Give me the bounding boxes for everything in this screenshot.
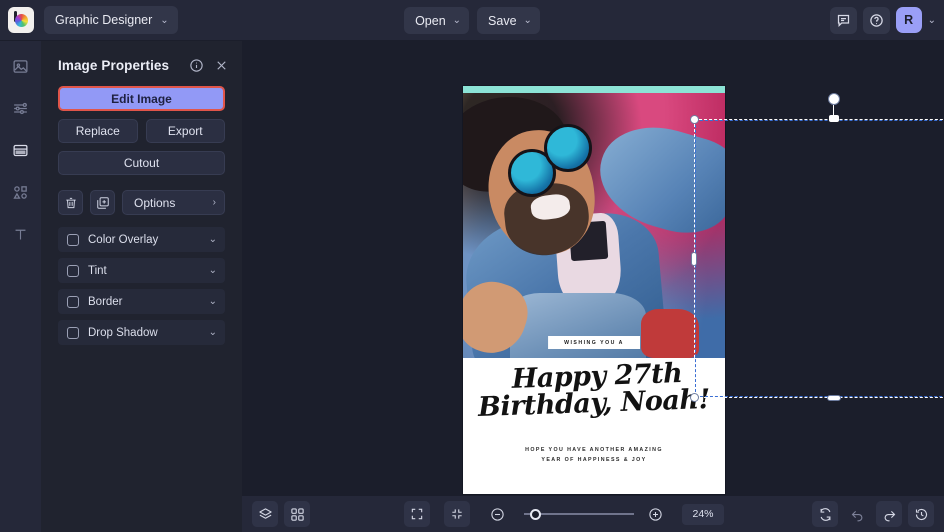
effect-label: Border [88,296,200,308]
info-circle-icon[interactable] [188,57,205,74]
resize-handle-bottom-center[interactable] [827,395,841,401]
panel-header: Image Properties [41,51,242,74]
redo-icon[interactable] [876,501,902,527]
bottom-bar: 24% [242,495,944,532]
rotate-handle-stem [833,103,834,120]
open-label: Open [415,14,446,28]
save-label: Save [488,14,517,28]
zoom-slider[interactable] [524,507,634,521]
replace-export-row: Replace Export [58,119,225,143]
headline-line-2: Birthday, Noah! [463,385,726,422]
duplicate-icon[interactable] [90,190,115,215]
undo-icon[interactable] [844,501,870,527]
open-button[interactable]: Open ⌄ [404,7,469,34]
logo-color-wheel [15,14,28,27]
effects-list: Color Overlay ⌄ Tint ⌄ Border ⌄ Drop Sha… [58,227,225,345]
chevron-down-icon[interactable]: ⌄ [209,234,217,245]
fit-screen-icon[interactable] [404,501,430,527]
trash-icon[interactable] [58,190,83,215]
page-title: Image Properties [58,58,180,73]
subline-line-1: HOPE YOU HAVE ANOTHER AMAZING [463,445,725,456]
avatar[interactable]: R [896,7,922,33]
app-logo-icon[interactable] [8,7,34,33]
card-ribbon-text[interactable]: WISHING YOU A [548,336,640,349]
photo-top-strip [463,86,725,93]
comment-icon[interactable] [830,7,857,34]
chevron-down-icon: ⌄ [453,15,461,26]
chevron-down-icon[interactable]: ⌄ [209,327,217,338]
object-tools-row: Options › [58,190,225,215]
effect-label: Drop Shadow [88,327,200,339]
card-headline[interactable]: Happy 27th Birthday, Noah! [463,363,725,418]
grid-icon[interactable] [284,501,310,527]
workspace-selector[interactable]: Graphic Designer ⌄ [44,6,178,34]
tool-rail [0,41,41,532]
card-text-area[interactable]: Happy 27th Birthday, Noah! HOPE YOU HAVE… [463,358,725,494]
rotate-handle-base [829,115,839,122]
help-circle-icon[interactable] [863,7,890,34]
save-button[interactable]: Save ⌄ [477,7,540,34]
zoom-out-icon[interactable] [484,501,510,527]
layers-icon[interactable] [252,501,278,527]
zoom-slider-knob[interactable] [530,509,541,520]
close-icon[interactable] [213,57,230,74]
artboard[interactable]: WISHING YOU A Happy 27th Birthday, Noah!… [463,86,725,494]
chevron-down-icon[interactable]: ⌄ [928,15,936,26]
replace-button[interactable]: Replace [58,119,138,143]
rail-item-text[interactable] [6,219,36,249]
zoom-in-icon[interactable] [642,501,668,527]
effect-label: Color Overlay [88,234,200,246]
canvas-area[interactable]: WISHING YOU A Happy 27th Birthday, Noah!… [242,41,944,532]
export-button[interactable]: Export [146,119,226,143]
color-overlay-checkbox[interactable] [67,234,79,246]
history-controls [812,501,934,527]
drop-shadow-checkbox[interactable] [67,327,79,339]
zoom-to-fit-icon[interactable] [444,501,470,527]
rotate-handle[interactable] [828,93,840,105]
chevron-down-icon[interactable]: ⌄ [209,265,217,276]
image-properties-panel: Image Properties Edit Image Replace Expo… [41,41,242,532]
card-subline[interactable]: HOPE YOU HAVE ANOTHER AMAZING YEAR OF HA… [463,445,725,466]
options-button[interactable]: Options › [122,190,225,215]
cutout-button[interactable]: Cutout [58,151,225,175]
subline-line-2: YEAR OF HAPPINESS & JOY [463,455,725,466]
top-bar-right-actions: R ⌄ [830,7,944,34]
rail-item-elements[interactable] [6,177,36,207]
rail-item-adjustments[interactable] [6,93,36,123]
effect-row-drop-shadow[interactable]: Drop Shadow ⌄ [58,320,225,345]
edit-image-button[interactable]: Edit Image [58,86,225,111]
effect-row-color-overlay[interactable]: Color Overlay ⌄ [58,227,225,252]
chevron-down-icon[interactable]: ⌄ [209,296,217,307]
photo-sunglass-right [544,124,592,172]
rail-item-layouts[interactable] [6,135,36,165]
options-label: Options [134,196,175,210]
effect-row-tint[interactable]: Tint ⌄ [58,258,225,283]
zoom-value[interactable]: 24% [682,504,724,525]
workspace-label: Graphic Designer [55,13,152,27]
effect-row-border[interactable]: Border ⌄ [58,289,225,314]
reset-icon[interactable] [812,501,838,527]
photo-shoe [641,309,699,358]
chevron-down-icon: ⌄ [160,15,168,26]
top-bar: Graphic Designer ⌄ Open ⌄ Save ⌄ R ⌄ [0,0,944,41]
history-icon[interactable] [908,501,934,527]
zoom-controls: 24% [404,501,724,527]
tint-checkbox[interactable] [67,265,79,277]
selection-inner-outline [695,120,944,397]
chevron-down-icon: ⌄ [524,15,532,26]
panel-body: Edit Image Replace Export Cutout Options… [41,74,242,345]
selection-box [694,119,944,398]
effect-label: Tint [88,265,200,277]
photo-layer[interactable]: WISHING YOU A [463,86,725,358]
border-checkbox[interactable] [67,296,79,308]
rail-item-images[interactable] [6,51,36,81]
chevron-right-icon: › [213,197,216,208]
